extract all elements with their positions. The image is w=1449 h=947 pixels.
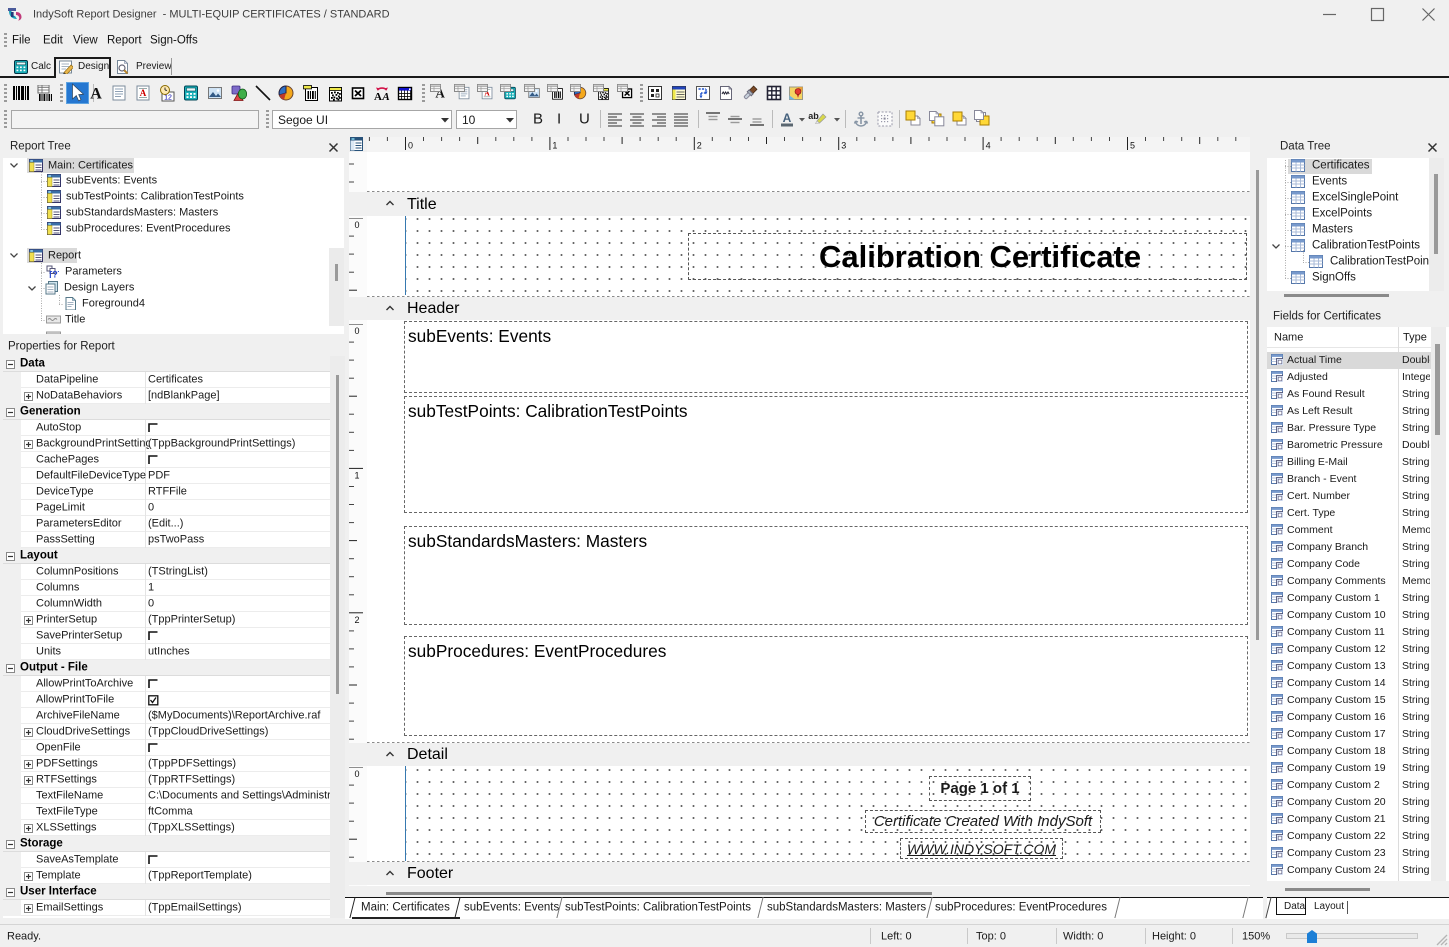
svg-text:3: 3 [841,141,846,151]
svg-text:2: 2 [354,615,359,625]
svg-text:5: 5 [1130,141,1135,151]
svg-text:12: 12 [164,95,172,102]
svg-text:A: A [90,86,102,103]
svg-text:A: A [374,91,382,102]
svg-text:2: 2 [697,141,702,151]
svg-text:1: 1 [354,470,359,480]
svg-text:[?]: [?] [49,270,59,279]
svg-text:0: 0 [354,326,359,336]
svg-text:1: 1 [552,141,557,151]
svg-text:0: 0 [408,141,413,151]
svg-text:0: 0 [354,769,359,779]
svg-text:ab: ab [808,111,819,121]
svg-text:4: 4 [986,141,991,151]
svg-text:A: A [783,111,792,125]
svg-text:0: 0 [354,220,359,230]
svg-text:A: A [140,88,147,98]
svg-text:A: A [381,91,389,102]
